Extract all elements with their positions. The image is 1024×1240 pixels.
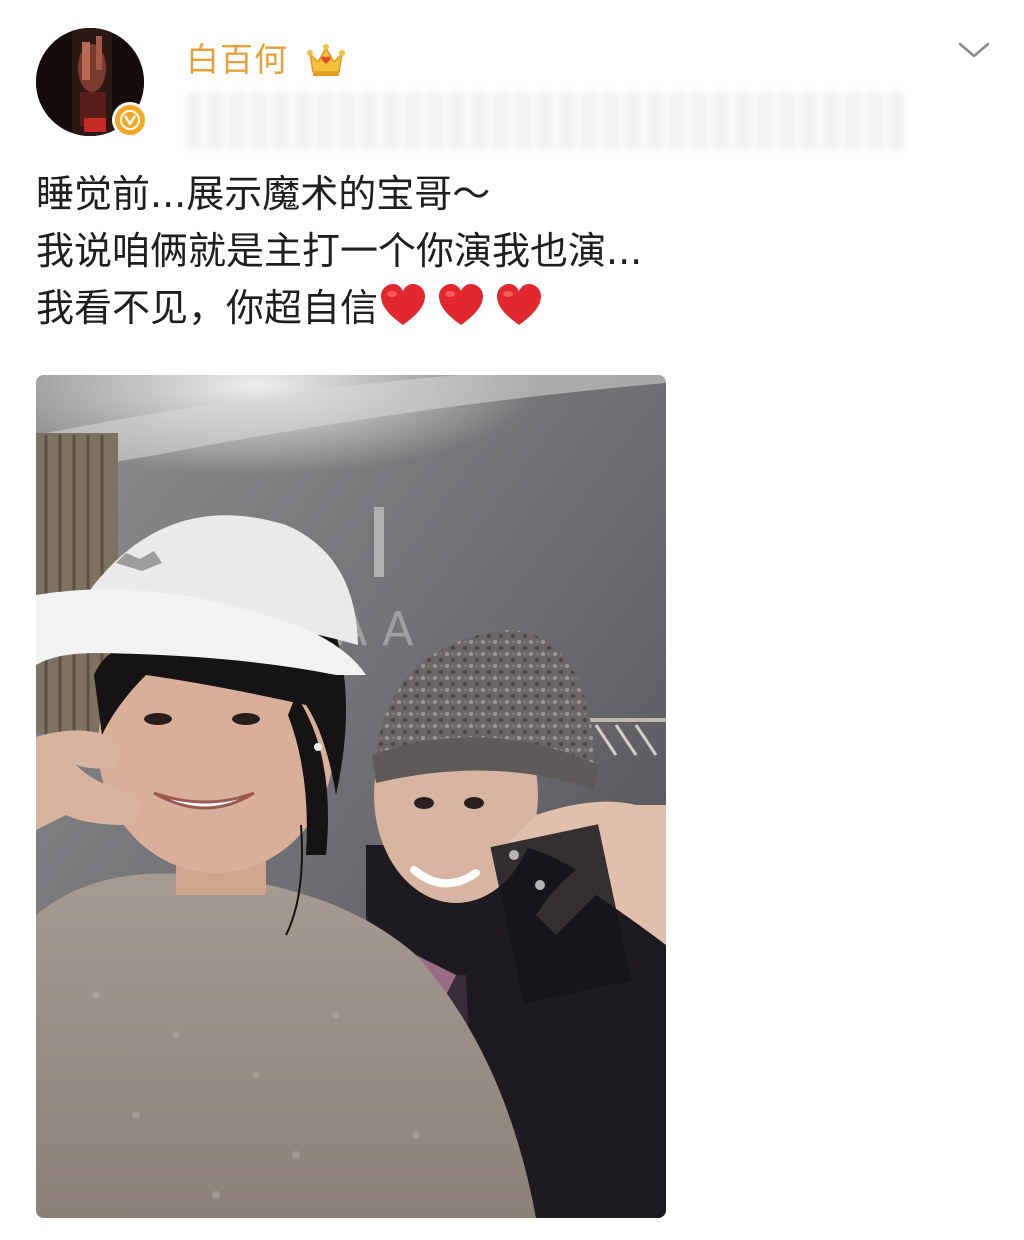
chevron-down-icon[interactable]: [956, 38, 992, 62]
red-heart-icon: [378, 281, 428, 331]
post-text-line-with-hearts: 我看不见，你超自信: [36, 280, 976, 337]
red-heart-icon: [436, 281, 486, 331]
post-text-line: 我看不见，你超自信: [36, 286, 379, 330]
post-text: 睡觉前...展示魔术的宝哥～ 我说咱俩就是主打一个你演我也演... 我看不见，你…: [36, 166, 976, 337]
weibo-post: 白百何 睡觉前...展示魔术的宝哥～ 我说咱俩就是主打一个你演我也演... 我看…: [0, 0, 1024, 1240]
verified-v-icon: [112, 102, 148, 138]
crown-icon: [306, 42, 346, 78]
avatar-container[interactable]: [36, 28, 148, 140]
red-heart-icon: [494, 281, 544, 331]
obscured-meta-line: [186, 92, 906, 150]
post-photo[interactable]: A A: [36, 375, 666, 1218]
post-text-line: 睡觉前...展示魔术的宝哥～: [36, 172, 491, 216]
post-text-line: 我说咱俩就是主打一个你演我也演...: [36, 229, 643, 273]
username[interactable]: 白百何: [186, 38, 288, 82]
